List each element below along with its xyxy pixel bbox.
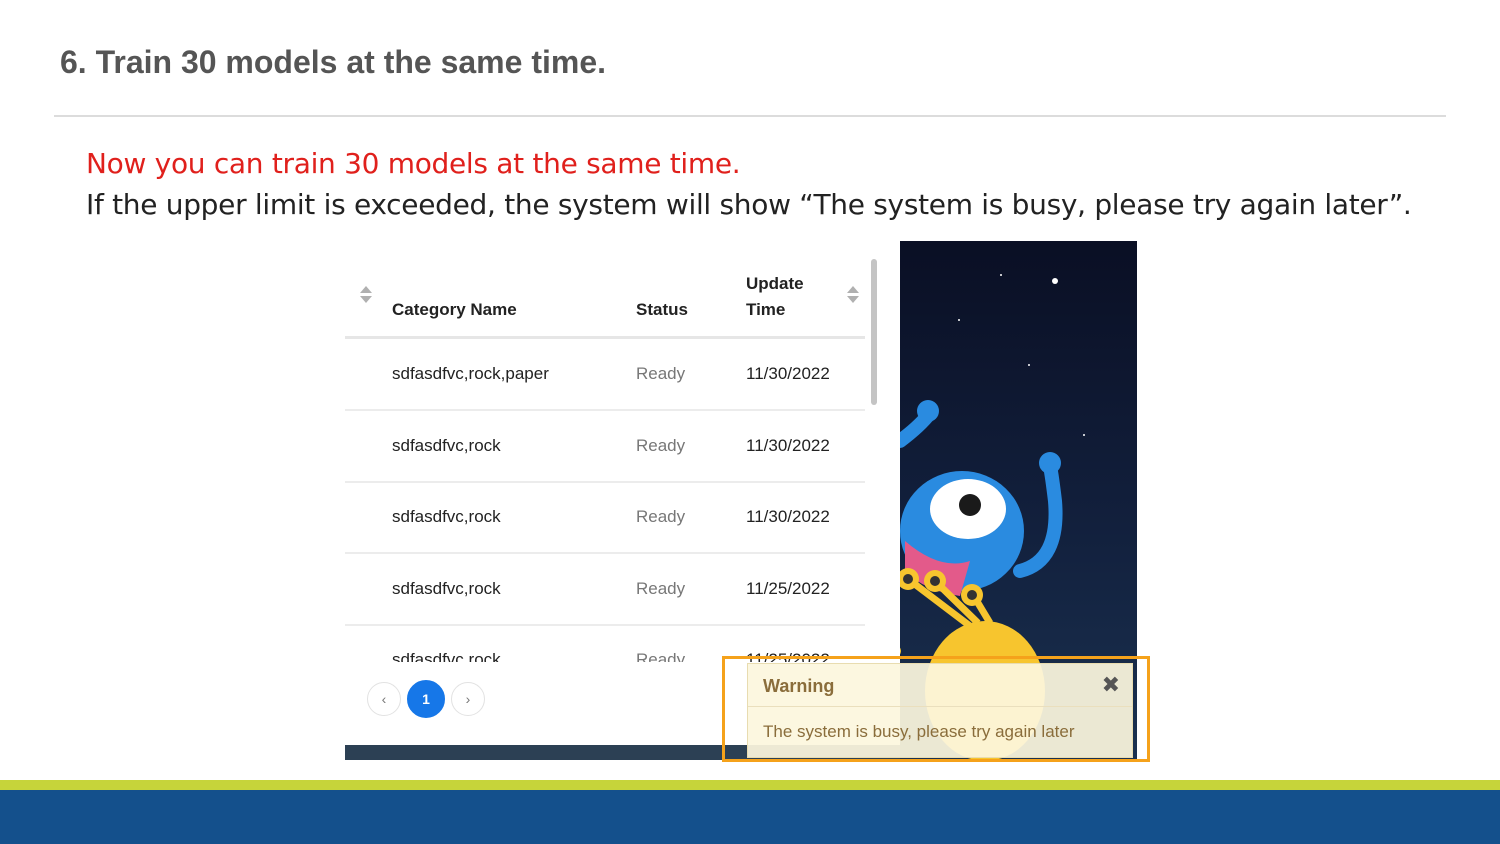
title-divider (54, 115, 1446, 117)
footer-lime-band (0, 780, 1500, 790)
column-update-time-line1[interactable]: Update (746, 274, 804, 294)
cell-status: Ready (636, 650, 686, 662)
table-row[interactable]: sdfasdfvc,rock Ready 11/30/2022 (345, 482, 865, 554)
column-category-name[interactable]: Category Name (392, 300, 517, 320)
cell-category-name: sdfasdfvc,rock (392, 436, 501, 455)
cell-status: Ready (636, 364, 686, 383)
cell-category-name: sdfasdfvc,rock,paper (392, 364, 549, 383)
cell-status: Ready (636, 507, 686, 526)
sort-icon[interactable] (360, 286, 372, 306)
footer-blue-band (0, 790, 1500, 844)
chevron-right-icon[interactable]: › (451, 682, 485, 716)
cell-status: Ready (636, 436, 686, 455)
intro-detail-text: If the upper limit is exceeded, the syst… (86, 188, 1412, 221)
table-header: Category Name Status Update Time (345, 255, 865, 339)
sort-icon[interactable] (847, 286, 859, 306)
cell-status: Ready (636, 579, 686, 598)
table-row[interactable]: sdfasdfvc,rock Ready 11/30/2022 (345, 411, 865, 483)
table-row[interactable]: sdfasdfvc,rock Ready 11/25/2022 (345, 554, 865, 626)
page-button-1[interactable]: 1 (407, 680, 445, 718)
intro-highlight-text: Now you can train 30 models at the same … (86, 147, 741, 180)
slide-title: 6. Train 30 models at the same time. (60, 44, 606, 80)
cell-category-name: sdfasdfvc,rock (392, 650, 501, 662)
pagination: ‹ 1 › (367, 680, 485, 718)
scrollbar-thumb[interactable] (871, 259, 877, 405)
warning-highlight-box (722, 656, 1150, 762)
chevron-left-icon[interactable]: ‹ (367, 682, 401, 716)
cell-update-time: 11/25/2022 (746, 579, 830, 598)
column-status[interactable]: Status (636, 300, 688, 320)
column-update-time-line2[interactable]: Time (746, 300, 785, 320)
cell-update-time: 11/30/2022 (746, 507, 830, 526)
cell-update-time: 11/30/2022 (746, 436, 830, 455)
cell-category-name: sdfasdfvc,rock (392, 579, 501, 598)
table-row[interactable]: sdfasdfvc,rock,paper Ready 11/30/2022 (345, 339, 865, 411)
cell-update-time: 11/30/2022 (746, 364, 830, 383)
cell-category-name: sdfasdfvc,rock (392, 507, 501, 526)
